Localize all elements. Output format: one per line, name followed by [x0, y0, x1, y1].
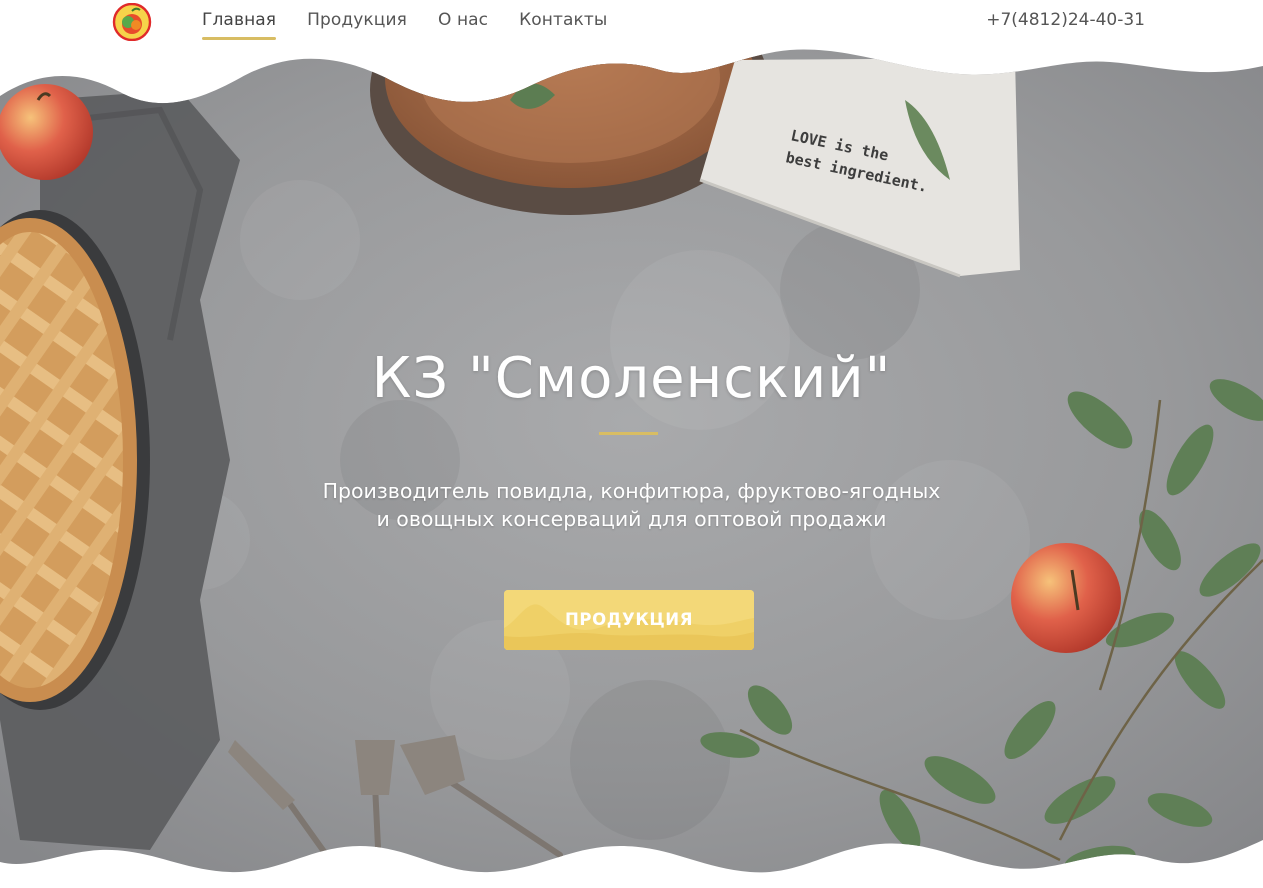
hero-section: LOVE is the best ingredient. КЗ "Смоленс…	[0, 40, 1263, 888]
nav-item-home[interactable]: Главная	[202, 10, 277, 40]
hero-subtitle-line-1: Производитель повидла, конфитюра, фрукто…	[322, 479, 941, 503]
phone-link[interactable]: +7(4812)24-40-31	[986, 10, 1145, 30]
site-header: Главная Продукция О нас Контакты +7(4812…	[0, 0, 1263, 46]
nav-item-products[interactable]: Продукция	[307, 10, 407, 36]
logo-icon[interactable]	[111, 2, 153, 42]
hero-background-image: LOVE is the best ingredient.	[0, 49, 1263, 873]
main-nav: Главная Продукция О нас Контакты	[202, 10, 638, 40]
nav-item-contacts[interactable]: Контакты	[519, 10, 607, 36]
hero-title: КЗ "Смоленский"	[371, 346, 892, 411]
nav-item-about[interactable]: О нас	[438, 10, 488, 36]
cta-label: ПРОДУКЦИЯ	[564, 610, 694, 629]
products-cta-button[interactable]: ПРОДУКЦИЯ	[504, 590, 754, 650]
title-divider	[599, 432, 658, 435]
hero-subtitle: Производитель повидла, конфитюра, фрукто…	[0, 477, 1263, 533]
hero-subtitle-line-2: и овощных консерваций для оптовой продаж…	[376, 507, 887, 531]
